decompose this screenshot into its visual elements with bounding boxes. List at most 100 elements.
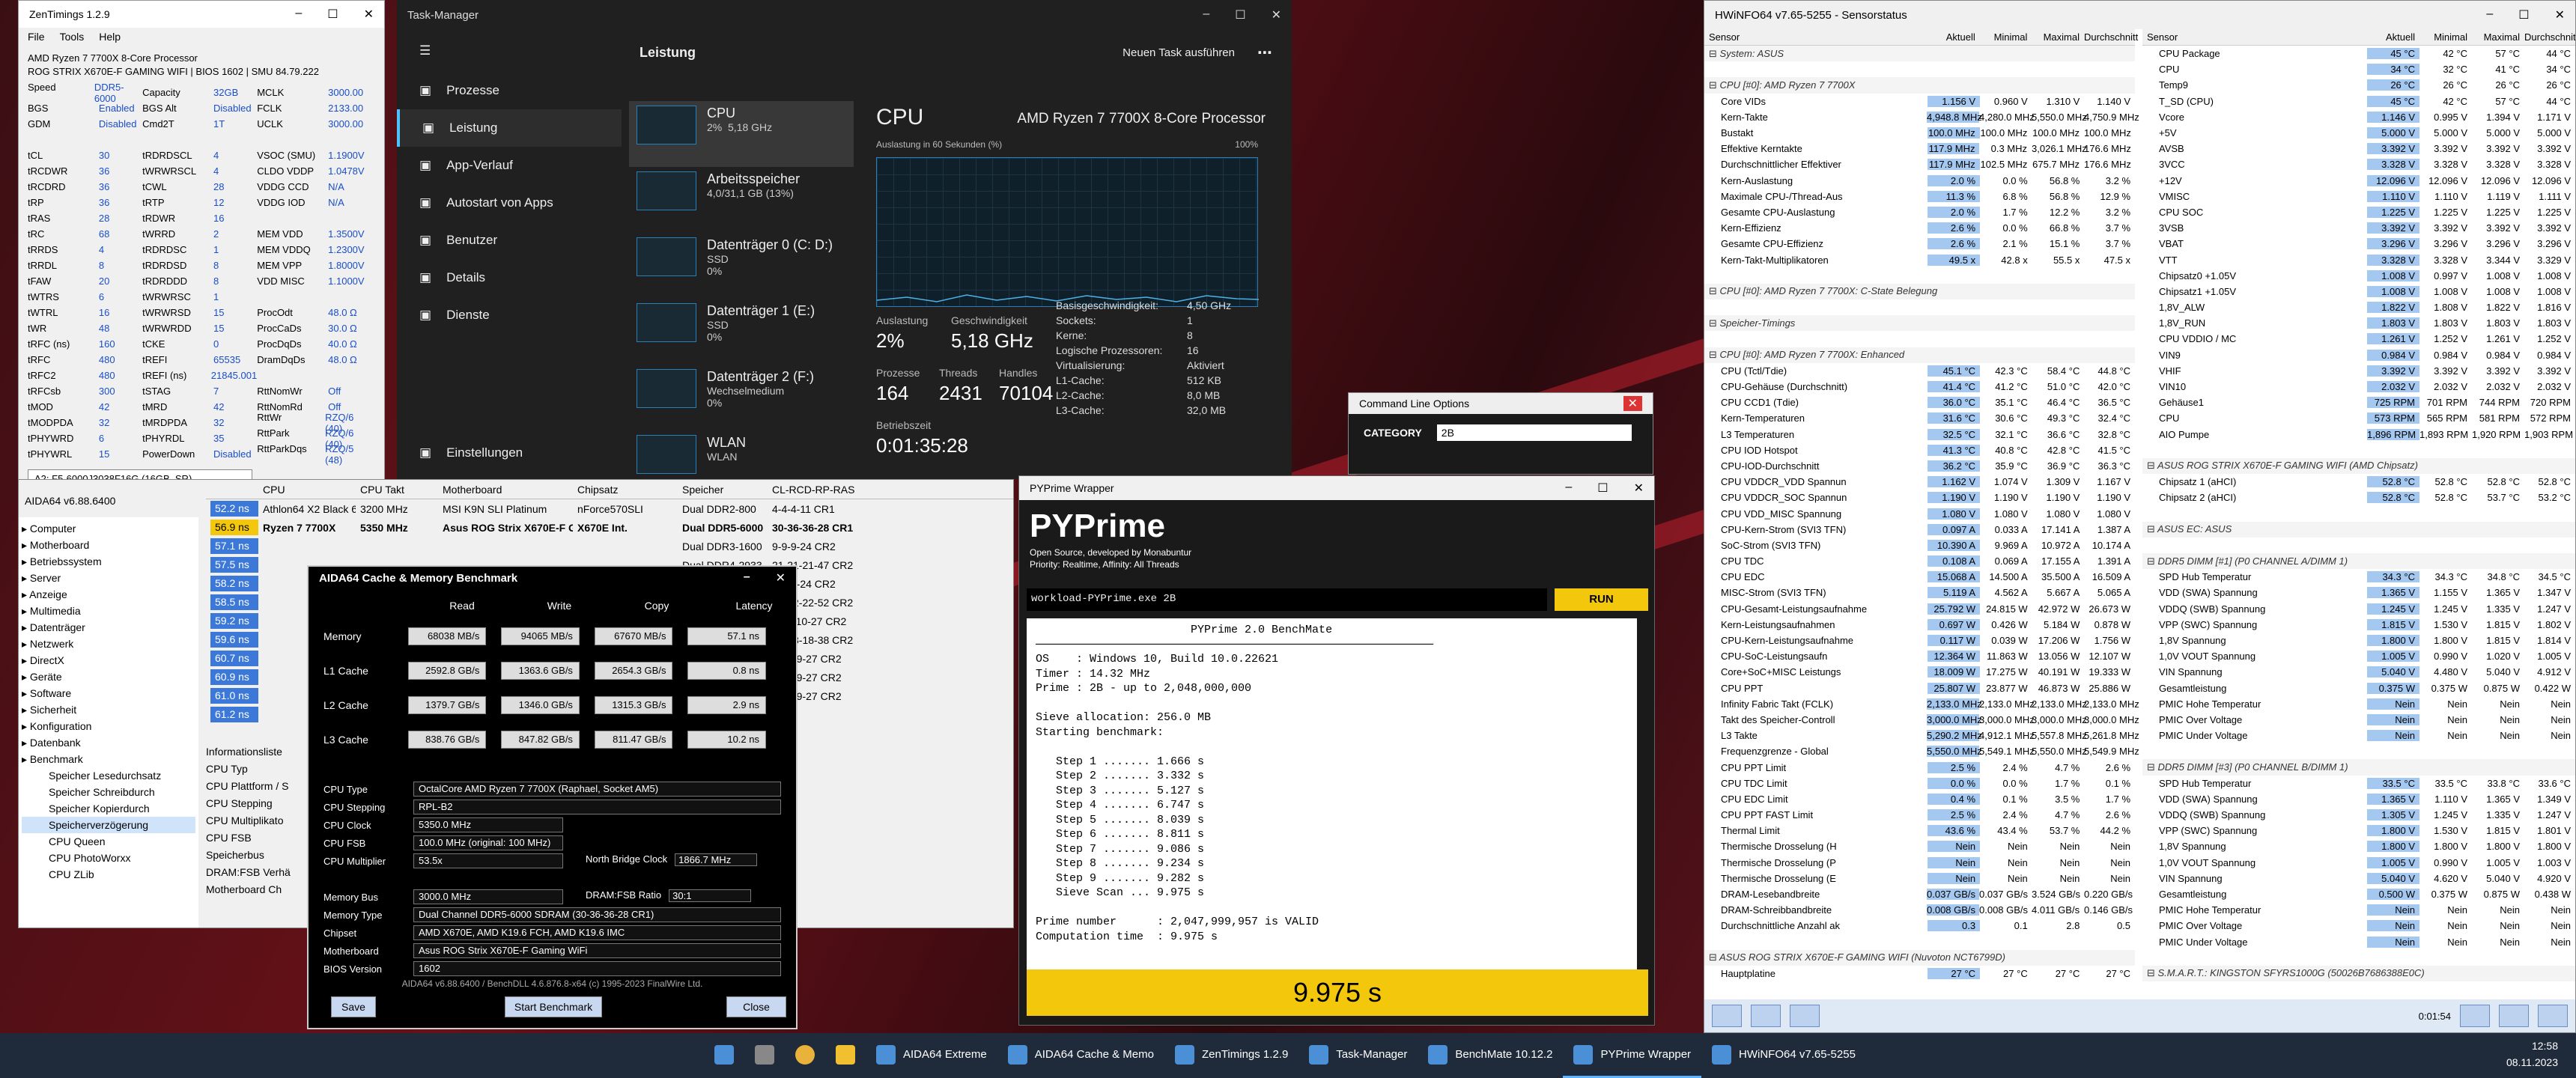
- cmd-titlebar[interactable]: Command Line Options ✕: [1349, 393, 1653, 414]
- header-cell[interactable]: Maximal: [2472, 31, 2524, 43]
- sensor-row[interactable]: PMIC Over Voltage Nein Nein Nein Nein: [2142, 918, 2575, 934]
- sensor-row[interactable]: Kern-Temperaturen 31.6 °C 30.6 °C 49.3 °C 32…: [1704, 410, 2135, 426]
- close-icon[interactable]: ✕: [2555, 7, 2565, 22]
- sensor-row[interactable]: Thermische Drosselung (H Nein Nein Nein Nein: [1704, 838, 2135, 854]
- close-icon[interactable]: [2538, 1005, 2568, 1027]
- sensor-row[interactable]: 1,0V VOUT Spannung 1.005 V 0.990 V 1.020 V 1…: [2142, 648, 2575, 664]
- sensor-row[interactable]: [1704, 299, 2135, 315]
- sensor-row[interactable]: +5V 5.000 V 5.000 V 5.000 V 5.000 V: [2142, 125, 2575, 141]
- sensor-row[interactable]: Core+SoC+MISC Leistungs 18.009 W 17.275 W 4…: [1704, 664, 2135, 680]
- sensor-group[interactable]: ⊟ Speicher-Timings: [1704, 315, 2135, 332]
- sensor-row[interactable]: MISC-Strom (SVI3 TFN) 5.119 A 4.562 A 5.667…: [1704, 585, 2135, 600]
- sensor-row[interactable]: CPU VDDCR_VDD Spannun 1.162 V 1.074 V 1.309…: [1704, 474, 2135, 490]
- tree-item[interactable]: CPU Queen: [22, 833, 195, 850]
- sensor-row[interactable]: VPP (SWC) Spannung 1.815 V 1.530 V 1.815 V 1…: [2142, 617, 2575, 633]
- sensor-row[interactable]: L3 Takte 5,290.2 MHz 4,912.1 MHz 5,557.8 MH…: [1704, 728, 2139, 743]
- zentimings-titlebar[interactable]: ZenTimings 1.2.9 – ☐ ✕: [19, 1, 384, 28]
- tree-item[interactable]: Speicher Schreibdurch: [22, 784, 195, 800]
- sensor-row[interactable]: Gehäuse1 725 RPM 701 RPM 744 RPM 720 RPM: [2142, 395, 2575, 410]
- sensor-row[interactable]: Bustakt 100.0 MHz 100.0 MHz 100.0 MHz 100.0 …: [1704, 125, 2135, 141]
- tree-item[interactable]: ▸ Benchmark: [22, 751, 195, 767]
- header-cell[interactable]: Sensor: [1704, 31, 1928, 43]
- resource-item[interactable]: Datenträger 0 (C: D:) SSD 0%: [629, 233, 854, 299]
- sensor-row[interactable]: AIO Pumpe 1,896 RPM 1,893 RPM 1,920 RPM 1,90…: [2142, 427, 2575, 442]
- minimize-icon[interactable]: –: [295, 7, 302, 22]
- column-header[interactable]: CPU Takt: [356, 484, 438, 496]
- sensor-row[interactable]: [1704, 331, 2135, 347]
- tree-item[interactable]: ▸ Software: [22, 685, 195, 701]
- tree-item[interactable]: ▸ Anzeige: [22, 586, 195, 603]
- tree-item[interactable]: ▸ Motherboard: [22, 537, 195, 553]
- sensor-row[interactable]: CPU 34 °C 32 °C 41 °C 34 °C: [2142, 61, 2575, 77]
- start-benchmark-button[interactable]: Start Benchmark: [505, 996, 602, 1017]
- header-cell[interactable]: Sensor: [2142, 31, 2367, 43]
- maximize-icon[interactable]: ☐: [1597, 481, 1608, 496]
- sensor-row[interactable]: VIN10 2.032 V 2.032 V 2.032 V 2.032 V: [2142, 379, 2575, 395]
- sensor-row[interactable]: DRAM-Schreibbandbreite 0.008 GB/s 0.008 GB…: [1704, 902, 2135, 918]
- close-icon[interactable]: ✕: [776, 570, 786, 585]
- hamburger-icon[interactable]: ☰: [397, 30, 622, 72]
- sensor-row[interactable]: VDD (SWA) Spannung 1.365 V 1.110 V 1.365 V 1…: [2142, 791, 2575, 807]
- sensor-row[interactable]: Gesamte CPU-Auslastung 2.0 % 1.7 % 12.2 % 3.…: [1704, 204, 2135, 220]
- sensor-row[interactable]: [1704, 268, 2135, 284]
- info-item[interactable]: Informationsliste: [206, 743, 311, 761]
- taskbar-app[interactable]: Task-Manager: [1298, 1033, 1418, 1078]
- sensor-group[interactable]: ⊟ S.M.A.R.T.: KINGSTON SFYRS1000G (50026…: [2142, 965, 2575, 982]
- sensor-row[interactable]: CPU PPT Limit 2.5 % 2.4 % 4.7 % 2.6 %: [1704, 759, 2135, 775]
- header-cell[interactable]: Minimal: [1980, 31, 2032, 43]
- sensor-row[interactable]: [2142, 505, 2575, 521]
- start-button[interactable]: [704, 1033, 744, 1078]
- sensor-row[interactable]: Kern-Takt-Multiplikatoren 49.5 x 42.8 x 55.…: [1704, 252, 2135, 267]
- sensor-group[interactable]: ⊟ ASUS ROG STRIX X670E-F GAMING WIFI (AM…: [2142, 457, 2575, 475]
- sensor-row[interactable]: PMIC Under Voltage Nein Nein Nein Nein: [2142, 934, 2575, 950]
- sensor-row[interactable]: CPU VDDCR_SOC Spannun 1.190 V 1.190 V 1.190…: [1704, 490, 2135, 505]
- sensor-row[interactable]: CPU (Tctl/Tdie) 45.1 °C 42.3 °C 58.4 °C 44.8…: [1704, 363, 2135, 379]
- info-item[interactable]: Speicherbus: [206, 847, 311, 864]
- sensor-row[interactable]: VIN Spannung 5.040 V 4.480 V 5.040 V 4.912 V: [2142, 664, 2575, 680]
- tree-item[interactable]: ▸ Betriebssystem: [22, 553, 195, 570]
- tree-item[interactable]: ▸ Datenträger: [22, 619, 195, 636]
- minimize-icon[interactable]: –: [744, 570, 750, 585]
- table-row[interactable]: 57.1 ns Dual DDR3-1600 9-9-9-24 CR2: [206, 537, 1013, 555]
- sensor-row[interactable]: PMIC Hohe Temperatur Nein Nein Nein Nein: [2142, 902, 2575, 918]
- nav-item[interactable]: ▣ Benutzer: [397, 222, 622, 259]
- sensor-group[interactable]: ⊟ DDR5 DIMM [#1] (P0 CHANNEL A/DIMM 1): [2142, 553, 2575, 570]
- sensor-row[interactable]: VHIF 3.392 V 3.392 V 3.392 V 3.392 V: [2142, 363, 2575, 379]
- taskbar-app[interactable]: ZenTimings 1.2.9: [1164, 1033, 1298, 1078]
- sensor-row[interactable]: Core VIDs 1.156 V 0.960 V 1.310 V 1.140 V: [1704, 94, 2135, 109]
- sensor-row[interactable]: VBAT 3.296 V 3.296 V 3.296 V 3.296 V: [2142, 236, 2575, 252]
- sensor-row[interactable]: T_SD (CPU) 45 °C 42 °C 57 °C 44 °C: [2142, 94, 2575, 109]
- tree-item[interactable]: ▸ Computer: [22, 520, 195, 537]
- tree-item[interactable]: ▸ DirectX: [22, 652, 195, 669]
- close-icon[interactable]: ✕: [1623, 396, 1642, 411]
- cache-benchmark-titlebar[interactable]: AIDA64 Cache & Memory Benchmark – ✕: [309, 567, 796, 589]
- tree-item[interactable]: Speicher Kopierdurch: [22, 800, 195, 817]
- taskbar-app[interactable]: BenchMate 10.12.2: [1418, 1033, 1563, 1078]
- sensor-row[interactable]: AVSB 3.392 V 3.392 V 3.392 V 3.392 V: [2142, 141, 2575, 156]
- settings-icon[interactable]: [2499, 1005, 2529, 1027]
- command-input[interactable]: workload-PYPrime.exe 2B: [1027, 588, 1547, 611]
- tree-item[interactable]: CPU ZLib: [22, 866, 195, 883]
- sensor-row[interactable]: VTT 3.328 V 3.328 V 3.344 V 3.329 V: [2142, 252, 2575, 267]
- tree-item[interactable]: ▸ Server: [22, 570, 195, 586]
- new-task-button[interactable]: Neuen Task ausführen: [1123, 46, 1235, 59]
- sensor-row[interactable]: Thermal Limit 43.6 % 43.4 % 53.7 % 44.2 %: [1704, 823, 2135, 838]
- sensor-row[interactable]: Frequenzgrenze - Global 5,550.0 MHz 5,549.…: [1704, 743, 2139, 759]
- sensor-row[interactable]: 1,8V Spannung 1.800 V 1.800 V 1.800 V 1.800 …: [2142, 838, 2575, 854]
- forward-arrow-icon[interactable]: [1751, 1005, 1781, 1027]
- sensor-row[interactable]: Gesamtleistung 0.500 W 0.375 W 0.875 W 0.438…: [2142, 886, 2575, 902]
- system-clock[interactable]: 12:58 08.11.2023: [2506, 1038, 2558, 1071]
- sensor-row[interactable]: Thermische Drosselung (E Nein Nein Nein Nein: [1704, 871, 2135, 886]
- sensor-row[interactable]: CPU CCD1 (Tdie) 36.0 °C 35.1 °C 46.4 °C 36.5…: [1704, 395, 2135, 410]
- sensor-row[interactable]: Temp9 26 °C 26 °C 26 °C 26 °C: [2142, 77, 2575, 93]
- close-button[interactable]: Close: [726, 996, 786, 1017]
- chrome-button[interactable]: [785, 1033, 825, 1078]
- sensor-row[interactable]: CPU-Kern-Strom (SVI3 TFN) 0.097 A 0.033 A 1…: [1704, 522, 2135, 538]
- nav-item[interactable]: ▣ Prozesse: [397, 72, 622, 109]
- sensor-row[interactable]: 3VSB 3.392 V 3.392 V 3.392 V 3.392 V: [2142, 220, 2575, 236]
- sensor-row[interactable]: Hauptplatine 27 °C 27 °C 27 °C 27 °C: [1704, 966, 2135, 981]
- sensor-row[interactable]: [2142, 442, 2575, 458]
- info-item[interactable]: CPU Plattform / S: [206, 778, 311, 795]
- sensor-row[interactable]: PMIC Hohe Temperatur Nein Nein Nein Nein: [2142, 696, 2575, 712]
- sensor-row[interactable]: [2142, 950, 2575, 966]
